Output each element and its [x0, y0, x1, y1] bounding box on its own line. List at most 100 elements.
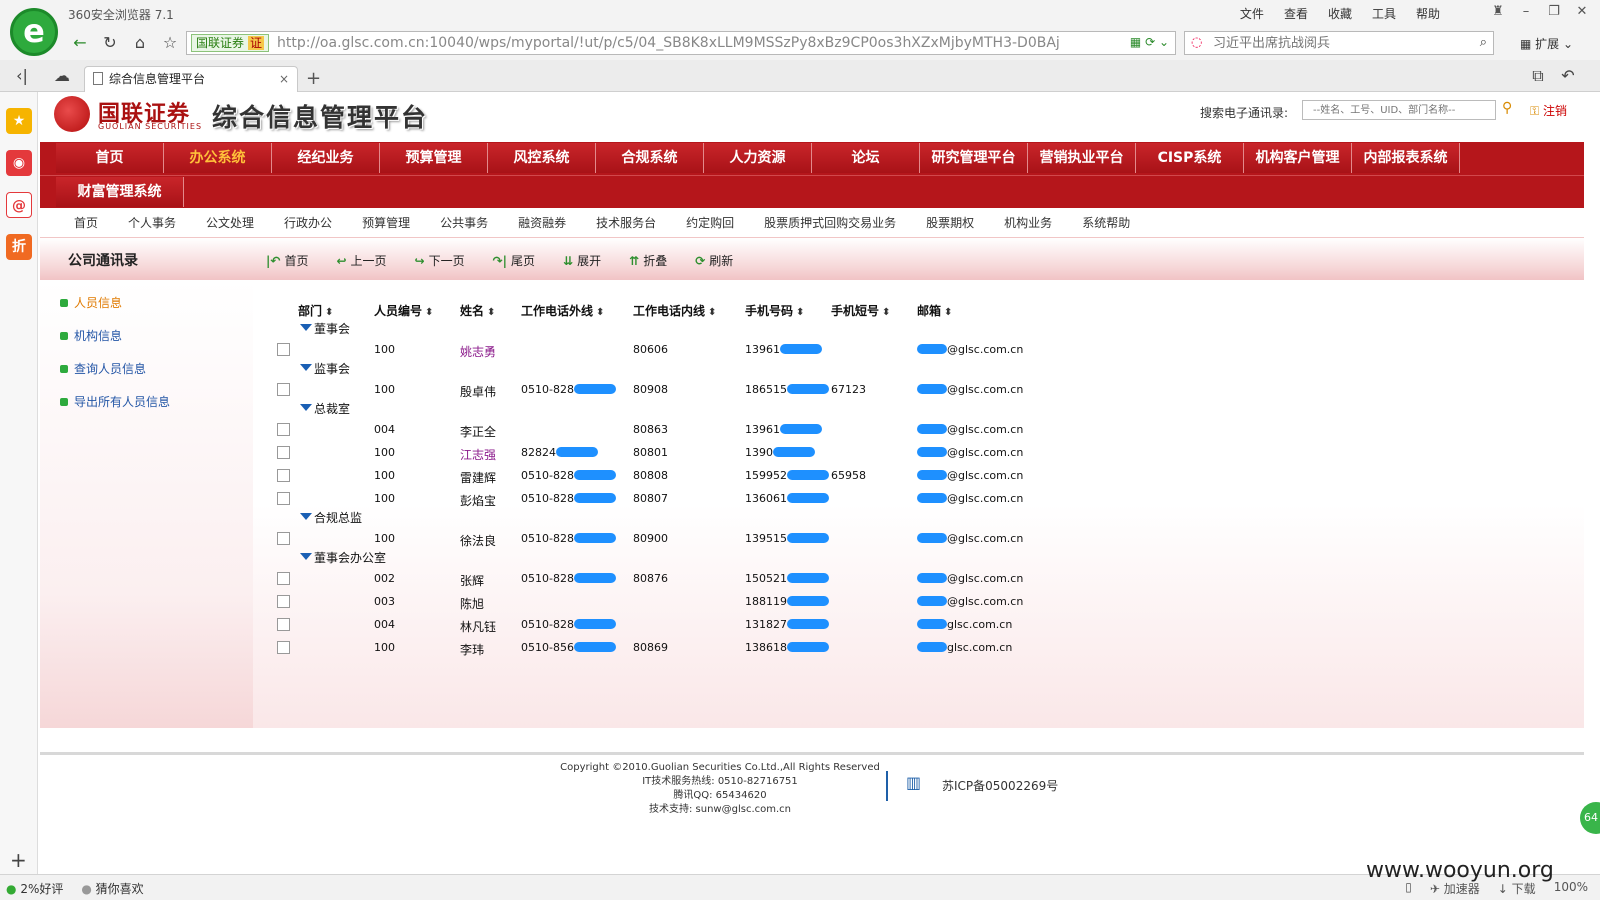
column-header[interactable]: 人员编号 ⬍	[374, 302, 433, 319]
nav-institution-clients[interactable]: 机构客户管理	[1244, 143, 1352, 173]
cloud-icon[interactable]: ☁	[50, 65, 74, 87]
nav-marketing[interactable]: 营销执业平台	[1028, 143, 1136, 173]
dept-group[interactable]: 监事会	[300, 360, 350, 377]
nav-cisp[interactable]: CISP系统	[1136, 143, 1244, 173]
column-header[interactable]: 姓名 ⬍	[460, 302, 495, 319]
refresh-icon[interactable]: ↻	[98, 32, 122, 54]
sidebar-toggle-icon[interactable]: ‹|	[10, 65, 34, 87]
dept-group[interactable]: 董事会	[300, 320, 350, 337]
subnav-pledge[interactable]: 股票质押式回购交易业务	[764, 208, 896, 237]
sort-icon[interactable]: ⬍	[882, 307, 890, 318]
last-page-button[interactable]: ↷| 尾页	[493, 252, 535, 269]
nav-research[interactable]: 研究管理平台	[920, 143, 1028, 173]
minimize-icon[interactable]: –	[1512, 2, 1540, 22]
nav-internal-reports[interactable]: 内部报表系统	[1352, 143, 1460, 173]
staff-name[interactable]: 姚志勇	[460, 343, 496, 360]
nav-compliance[interactable]: 合规系统	[596, 143, 704, 173]
row-checkbox[interactable]	[277, 469, 290, 482]
column-header[interactable]: 工作电话外线 ⬍	[521, 302, 604, 319]
subnav-public[interactable]: 公共事务	[440, 208, 488, 237]
menu-favorites[interactable]: 收藏	[1328, 5, 1352, 22]
nav-budget[interactable]: 预算管理	[380, 143, 488, 173]
sort-icon[interactable]: ⬍	[487, 307, 495, 318]
subnav-help[interactable]: 系统帮助	[1082, 208, 1130, 237]
left-menu-personnel[interactable]: 人员信息	[60, 294, 170, 311]
sort-icon[interactable]: ⬍	[596, 307, 604, 318]
nav-wealth-management[interactable]: 财富管理系统	[56, 177, 184, 207]
logout-link[interactable]: ⚿ 注销	[1530, 102, 1567, 119]
subnav-admin[interactable]: 行政办公	[284, 208, 332, 237]
maximize-icon[interactable]: ❐	[1540, 2, 1568, 22]
nav-forum[interactable]: 论坛	[812, 143, 920, 173]
nav-risk-control[interactable]: 风控系统	[488, 143, 596, 173]
subnav-options[interactable]: 股票期权	[926, 208, 974, 237]
left-menu-query[interactable]: 查询人员信息	[60, 360, 170, 377]
menu-help[interactable]: 帮助	[1416, 5, 1440, 22]
nav-home[interactable]: 首页	[56, 143, 164, 173]
tab-list-icon[interactable]: ⧉	[1526, 65, 1550, 87]
undo-close-icon[interactable]: ↶	[1556, 65, 1580, 87]
sort-icon[interactable]: ⬍	[796, 307, 804, 318]
sidebar-add-icon[interactable]: +	[10, 848, 27, 872]
mail-icon[interactable]: @	[6, 192, 32, 218]
extensions-button[interactable]: ▦ 扩展 ⌄	[1520, 35, 1573, 52]
subnav-personal[interactable]: 个人事务	[128, 208, 176, 237]
nav-brokerage[interactable]: 经纪业务	[272, 143, 380, 173]
refresh-button[interactable]: ⟳ 刷新	[695, 252, 733, 269]
row-checkbox[interactable]	[277, 492, 290, 505]
subnav-institution[interactable]: 机构业务	[1004, 208, 1052, 237]
row-checkbox[interactable]	[277, 572, 290, 585]
sort-icon[interactable]: ⬍	[325, 307, 333, 318]
url-tools-icon[interactable]: ▦ ⟳ ⌄	[1130, 35, 1169, 49]
first-page-button[interactable]: |↶ 首页	[266, 252, 308, 269]
discount-icon[interactable]: 折	[6, 234, 32, 260]
row-checkbox[interactable]	[277, 383, 290, 396]
recommend-link[interactable]: ● 猜你喜欢	[81, 880, 143, 897]
tab-close-icon[interactable]: ×	[279, 67, 289, 91]
tab-active[interactable]: 综合信息管理平台 ×	[84, 66, 298, 92]
subnav-documents[interactable]: 公文处理	[206, 208, 254, 237]
url-text[interactable]: http://oa.glsc.com.cn:10040/wps/myportal…	[277, 35, 1097, 51]
dept-group[interactable]: 合规总监	[300, 509, 362, 526]
back-icon[interactable]: ←	[68, 32, 92, 54]
column-header[interactable]: 邮箱 ⬍	[917, 302, 952, 319]
menu-file[interactable]: 文件	[1240, 5, 1264, 22]
next-page-button[interactable]: ↪ 下一页	[415, 252, 465, 269]
row-checkbox[interactable]	[277, 343, 290, 356]
rating-link[interactable]: ● 2%好评	[6, 880, 63, 897]
weibo-icon[interactable]: ◉	[6, 150, 32, 176]
row-checkbox[interactable]	[277, 423, 290, 436]
collapse-button[interactable]: ⇈ 折叠	[629, 252, 667, 269]
column-header[interactable]: 手机短号 ⬍	[831, 302, 890, 319]
directory-search-input[interactable]	[1302, 100, 1496, 120]
nav-office-system[interactable]: 办公系统	[164, 143, 272, 173]
row-checkbox[interactable]	[277, 446, 290, 459]
url-field[interactable]: 国联证券证 http://oa.glsc.com.cn:10040/wps/my…	[186, 31, 1176, 55]
prev-page-button[interactable]: ↩ 上一页	[336, 252, 386, 269]
row-checkbox[interactable]	[277, 618, 290, 631]
nav-hr[interactable]: 人力资源	[704, 143, 812, 173]
sort-icon[interactable]: ⬍	[708, 307, 716, 318]
row-checkbox[interactable]	[277, 595, 290, 608]
browser-search-input[interactable]	[1213, 32, 1483, 54]
menu-view[interactable]: 查看	[1284, 5, 1308, 22]
subnav-repurchase[interactable]: 约定购回	[686, 208, 734, 237]
close-window-icon[interactable]: ✕	[1568, 2, 1596, 22]
sort-icon[interactable]: ⬍	[944, 307, 952, 318]
zoom-level[interactable]: 100%	[1554, 880, 1588, 897]
expand-button[interactable]: ⇊ 展开	[563, 252, 601, 269]
search-icon[interactable]: ⌕	[1480, 35, 1487, 50]
favorites-star-icon[interactable]: ★	[6, 108, 32, 134]
expand-triangle-icon[interactable]	[300, 324, 312, 331]
expand-triangle-icon[interactable]	[300, 553, 312, 560]
subnav-home[interactable]: 首页	[74, 208, 98, 237]
search-engine-icon[interactable]: ◌	[1191, 35, 1202, 50]
new-tab-icon[interactable]: +	[306, 68, 321, 89]
left-menu-export[interactable]: 导出所有人员信息	[60, 393, 170, 410]
left-menu-organization[interactable]: 机构信息	[60, 327, 170, 344]
column-header[interactable]: 部门 ⬍	[298, 302, 333, 319]
row-checkbox[interactable]	[277, 532, 290, 545]
subnav-tech-service[interactable]: 技术服务台	[596, 208, 656, 237]
home-icon[interactable]: ⌂	[128, 32, 152, 54]
sort-icon[interactable]: ⬍	[425, 307, 433, 318]
